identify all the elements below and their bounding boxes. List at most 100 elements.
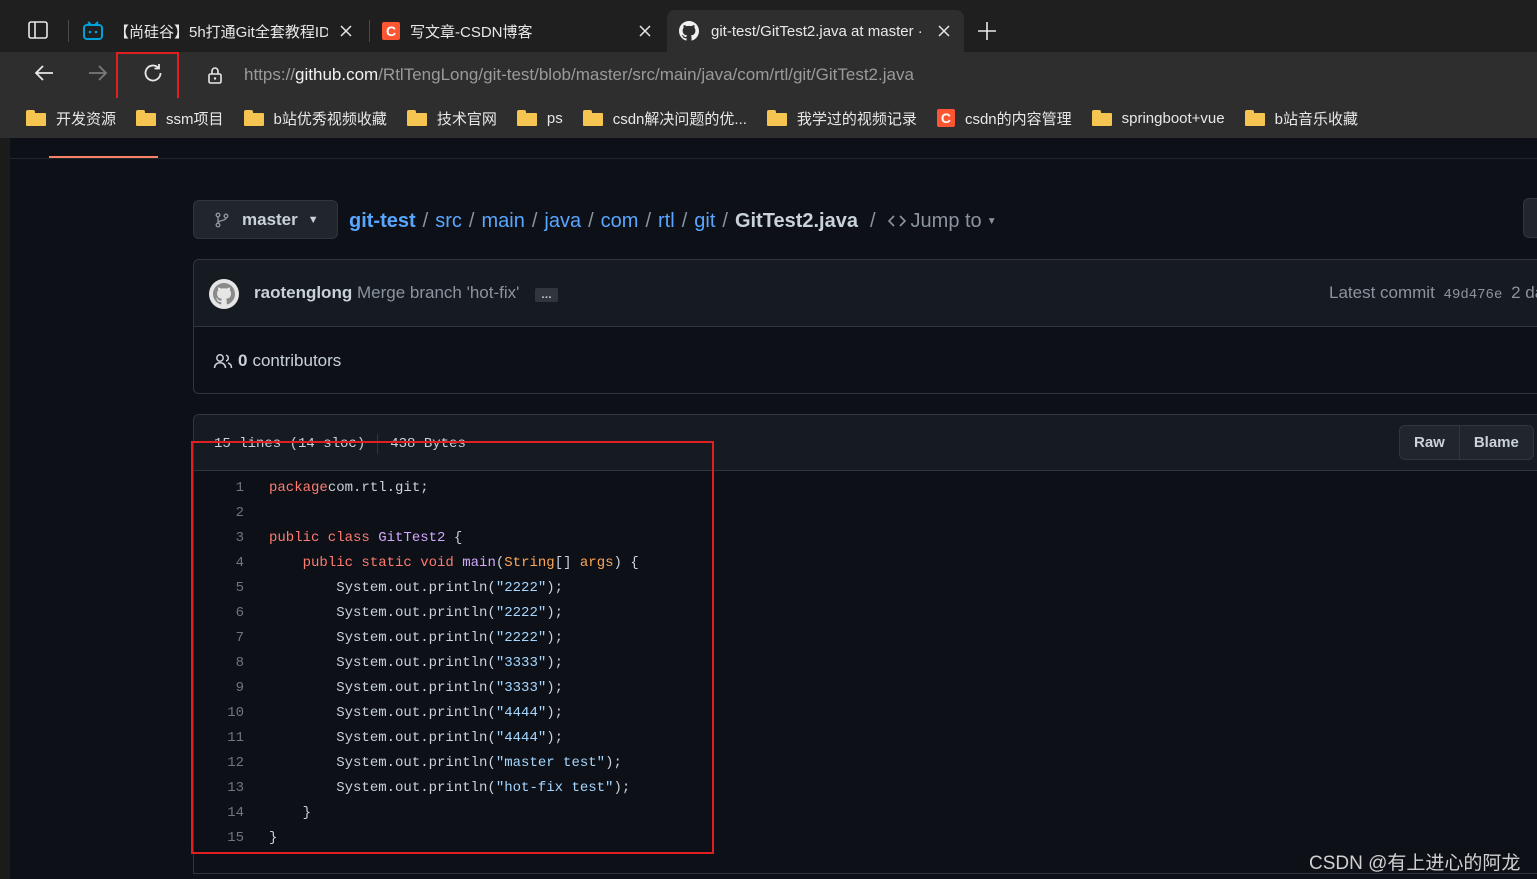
code-token: args: [579, 554, 614, 571]
folder-icon: [582, 110, 603, 126]
tab-bilibili[interactable]: 【尚硅谷】5h打通Git全套教程ID: [70, 10, 366, 52]
expand-commit-button[interactable]: …: [535, 288, 558, 302]
line-number[interactable]: 3: [194, 530, 244, 546]
bookmark-item[interactable]: b站音乐收藏: [1244, 108, 1358, 129]
code-token: GitTest2: [378, 529, 446, 546]
contributors-label: contributors: [252, 351, 342, 370]
bookmark-item[interactable]: ps: [516, 110, 563, 127]
code-line: 13 System.out.println("hot-fix test");: [194, 775, 1537, 800]
url-scheme: https://: [244, 65, 296, 84]
bookmark-label: 我学过的视频记录: [796, 110, 917, 128]
code-line: 2: [194, 500, 1537, 525]
code-line: 15}: [194, 825, 1537, 850]
jump-to-button[interactable]: Jump to ▼: [887, 210, 997, 233]
breadcrumb-dir-link[interactable]: java: [544, 210, 581, 233]
commit-message-link[interactable]: Merge branch 'hot-fix': [357, 283, 519, 303]
code-text: System.out.println("hot-fix test");: [244, 780, 630, 796]
raw-button[interactable]: Raw: [1400, 426, 1460, 459]
folder-icon: [243, 110, 264, 126]
code-token: );: [546, 679, 564, 696]
code-token: );: [546, 629, 564, 646]
tab-title: 【尚硅谷】5h打通Git全套教程ID: [114, 23, 328, 41]
go-to-file-button[interactable]: [1523, 198, 1537, 238]
tab-csdn[interactable]: C 写文章-CSDN博客: [370, 10, 665, 52]
bookmark-item[interactable]: 我学过的视频记录: [766, 108, 917, 129]
breadcrumb-dir-link[interactable]: main: [481, 210, 524, 233]
breadcrumb-separator: /: [531, 209, 538, 232]
code-token: System.out.println(: [269, 654, 496, 671]
file-info: 15 lines (14 sloc) 438 Bytes: [214, 434, 466, 454]
bookmark-label: csdn解决问题的优...: [612, 110, 747, 128]
line-number[interactable]: 12: [194, 755, 244, 771]
new-tab-icon[interactable]: [975, 19, 999, 43]
lock-icon[interactable]: [206, 65, 224, 85]
breadcrumb-repo-link[interactable]: git-test: [349, 210, 416, 233]
line-number[interactable]: 9: [194, 680, 244, 696]
file-size: 438 Bytes: [390, 436, 466, 452]
code-line: 8 System.out.println("3333");: [194, 650, 1537, 675]
code-token: "2222": [495, 629, 547, 646]
bookmark-item[interactable]: 开发资源: [26, 108, 116, 129]
commit-author-link[interactable]: raotenglong: [254, 283, 352, 303]
line-number[interactable]: 4: [194, 555, 244, 571]
line-number[interactable]: 13: [194, 780, 244, 796]
close-icon[interactable]: [635, 21, 655, 41]
code-token: );: [546, 729, 564, 746]
folder-icon: [406, 110, 427, 126]
tab-separator: [68, 20, 69, 42]
forward-button[interactable]: [83, 60, 113, 90]
line-number[interactable]: 11: [194, 730, 244, 746]
folder-icon: [766, 110, 787, 126]
branch-select-button[interactable]: master ▼: [193, 200, 338, 239]
code-token: );: [546, 604, 564, 621]
arrow-right-icon: [86, 61, 110, 90]
code-token: ) {: [613, 554, 639, 571]
line-number[interactable]: 15: [194, 830, 244, 846]
line-number[interactable]: 8: [194, 655, 244, 671]
csdn-icon: C: [936, 109, 955, 127]
breadcrumb-dir-link[interactable]: com: [601, 210, 639, 233]
code-token: com.rtl.git;: [327, 479, 429, 496]
line-number[interactable]: 2: [194, 505, 244, 521]
breadcrumb: git-test / src / main / java / com / rtl…: [349, 206, 997, 236]
address-bar[interactable]: https://github.com/RtlTengLong/git-test/…: [196, 56, 1537, 94]
breadcrumb-dir-link[interactable]: rtl: [658, 210, 675, 233]
close-icon[interactable]: [934, 21, 954, 41]
avatar[interactable]: [209, 279, 239, 309]
bookmark-item[interactable]: 技术官网: [406, 108, 497, 129]
code-text: public static void main(String[] args) {: [244, 555, 639, 571]
bookmark-item[interactable]: b站优秀视频收藏: [243, 108, 387, 129]
bookmark-item[interactable]: ssm项目: [136, 108, 224, 129]
back-button[interactable]: [29, 60, 59, 90]
line-number[interactable]: 5: [194, 580, 244, 596]
line-number[interactable]: 6: [194, 605, 244, 621]
line-number[interactable]: 14: [194, 805, 244, 821]
tab-github[interactable]: git-test/GitTest2.java at master · l: [667, 10, 964, 52]
close-icon[interactable]: [336, 21, 356, 41]
bookmark-item[interactable]: csdn解决问题的优...: [582, 108, 747, 129]
bookmark-label: 技术官网: [436, 110, 497, 128]
code-line: 7 System.out.println("2222");: [194, 625, 1537, 650]
breadcrumb-dir-link[interactable]: src: [435, 210, 462, 233]
code-token: );: [546, 704, 564, 721]
bookmark-item[interactable]: Ccsdn的内容管理: [936, 108, 1072, 129]
code-token: "2222": [495, 604, 547, 621]
code-token: "master test": [495, 754, 606, 771]
code-text: System.out.println("master test");: [244, 755, 622, 771]
contributors-link[interactable]: 0 contributors: [213, 351, 341, 371]
tab-title: 写文章-CSDN博客: [410, 23, 533, 41]
line-number[interactable]: 1: [194, 480, 244, 496]
line-number[interactable]: 7: [194, 630, 244, 646]
commit-age: 2 da: [1511, 283, 1537, 302]
code-line: 4 public static void main(String[] args)…: [194, 550, 1537, 575]
bookmark-item[interactable]: springboot+vue: [1091, 110, 1225, 127]
code-token: "3333": [495, 654, 547, 671]
commit-sha-link[interactable]: 49d476e: [1444, 287, 1503, 303]
latest-commit-info: Latest commit 49d476e 2 da: [1329, 283, 1537, 303]
line-number[interactable]: 10: [194, 705, 244, 721]
blame-button[interactable]: Blame: [1460, 426, 1533, 459]
breadcrumb-separator: /: [681, 209, 688, 232]
bilibili-icon: [82, 21, 104, 41]
breadcrumb-dir-link[interactable]: git: [694, 210, 715, 233]
tab-actions-icon[interactable]: [26, 18, 50, 42]
